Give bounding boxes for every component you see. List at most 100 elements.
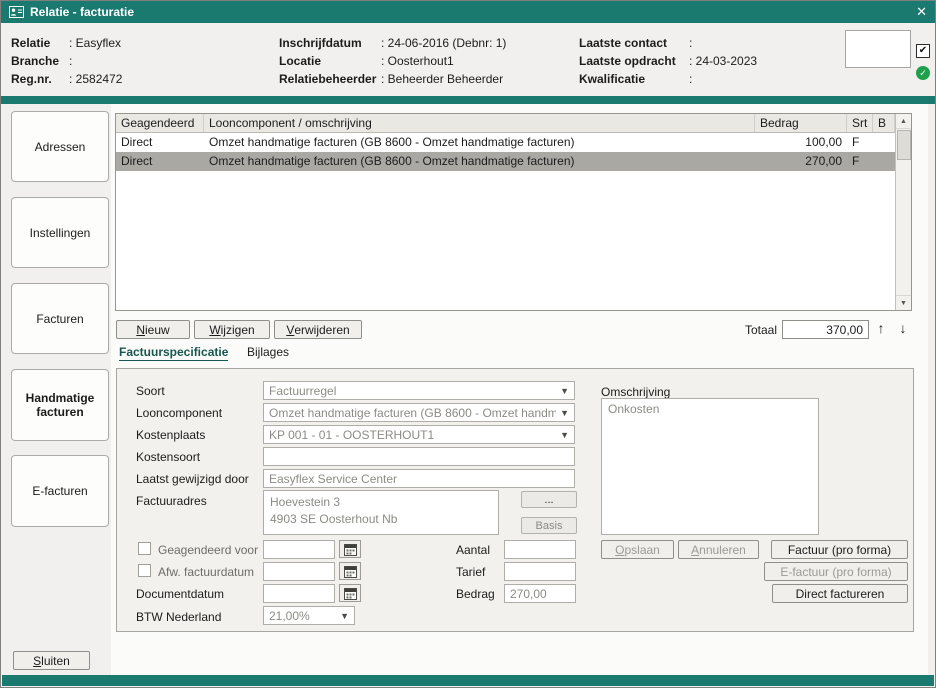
geagendeerd-voor-date-input[interactable]: [263, 540, 335, 559]
wijzigen-button[interactable]: Wijzigen: [194, 320, 270, 339]
status-ok-icon: ✓: [916, 66, 930, 80]
cell-bedrag: 100,00: [755, 133, 847, 152]
regnr-label: Reg.nr.: [11, 70, 69, 88]
cell-geagendeerd: Direct: [116, 133, 204, 152]
header-col-laatste: Laatste contact: Laatste opdracht: 24-03…: [579, 34, 757, 88]
tab-factuurspecificatie[interactable]: Factuurspecificatie: [119, 345, 228, 361]
sidebar-tab-label: Instellingen: [30, 226, 91, 240]
looncomponent-select[interactable]: Omzet handmatige facturen (GB 8600 - Omz…: [263, 403, 575, 422]
sidebar-tab-instellingen[interactable]: Instellingen: [11, 197, 109, 268]
col-header-b: B: [873, 114, 895, 132]
factuuradres-line2: 4903 SE Oosterhout Nb: [270, 511, 492, 528]
tarief-input[interactable]: [504, 562, 576, 581]
button-label: luiten: [41, 654, 70, 668]
basis-button[interactable]: Basis: [521, 517, 577, 534]
sidebar-tab-facturen[interactable]: Facturen: [11, 283, 109, 354]
kostenplaats-label: Kostenplaats: [136, 426, 205, 444]
button-mnemonic: N: [136, 323, 145, 337]
aantal-input[interactable]: [504, 540, 576, 559]
sidebar-tab-handmatige-facturen[interactable]: Handmatige facturen: [11, 369, 109, 441]
documentdatum-calendar-button[interactable]: [339, 584, 361, 602]
branche-value: :: [69, 52, 72, 70]
selected-value: 21,00%: [269, 609, 336, 623]
laatst-gewijzigd-label: Laatst gewijzigd door: [136, 470, 249, 488]
close-icon[interactable]: ✕: [916, 4, 927, 20]
geagendeerd-voor-calendar-button[interactable]: [339, 540, 361, 558]
cell-omschrijving: Omzet handmatige facturen (GB 8600 - Omz…: [204, 152, 755, 171]
factuuradres-more-button[interactable]: ...: [521, 491, 577, 508]
geagendeerd-voor-label: Geagendeerd voor: [158, 541, 258, 559]
table-header-row: Geagendeerd Looncomponent / omschrijving…: [116, 114, 895, 133]
selected-value: Omzet handmatige facturen (GB 8600 - Omz…: [269, 406, 556, 420]
cell-srt: F: [847, 133, 873, 152]
laatste-contact-value: :: [689, 34, 692, 52]
col-header-geagendeerd: Geagendeerd: [116, 114, 204, 132]
looncomponent-label: Looncomponent: [136, 404, 222, 422]
scroll-up-icon[interactable]: ▲: [896, 114, 911, 129]
geagendeerd-voor-checkbox[interactable]: [138, 542, 151, 555]
relatie-label: Relatie: [11, 34, 69, 52]
annuleren-button[interactable]: Annuleren: [678, 540, 759, 559]
afw-factuurdatum-calendar-button[interactable]: [339, 562, 361, 580]
button-mnemonic: O: [615, 543, 624, 557]
relation-header: Relatie: Easyflex Branche: Reg.nr.: 2582…: [1, 23, 935, 96]
bedrag-input[interactable]: 270,00: [504, 584, 576, 603]
col-header-bedrag: Bedrag: [755, 114, 847, 132]
table-scrollbar[interactable]: ▲ ▼: [895, 114, 911, 310]
efactuur-proforma-button[interactable]: E-factuur (pro forma): [764, 562, 908, 581]
move-down-icon[interactable]: ↓: [894, 318, 912, 338]
calendar-icon: [344, 543, 357, 556]
relation-card-icon: [9, 6, 24, 18]
relatie-value: : Easyflex: [69, 34, 121, 52]
kostenplaats-select[interactable]: KP 001 - 01 - OOSTERHOUT1 ▼: [263, 425, 575, 444]
relatie-facturatie-window: Relatie - facturatie ✕ Relatie: Easyflex…: [0, 0, 936, 688]
btw-select[interactable]: 21,00% ▼: [263, 606, 355, 625]
kostensoort-input[interactable]: [263, 447, 575, 466]
sidebar-tab-label: Adressen: [35, 140, 86, 154]
afw-factuurdatum-checkbox[interactable]: [138, 564, 151, 577]
table-row[interactable]: Direct Omzet handmatige facturen (GB 860…: [116, 133, 895, 152]
omschrijving-textarea[interactable]: Onkosten: [601, 398, 819, 535]
cell-geagendeerd: Direct: [116, 152, 204, 171]
chevron-down-icon: ▼: [560, 408, 569, 418]
inschrijfdatum-label: Inschrijfdatum: [279, 34, 381, 52]
col-header-looncomponent: Looncomponent / omschrijving: [204, 114, 755, 132]
soort-select[interactable]: Factuurregel ▼: [263, 381, 575, 400]
table-row-selected[interactable]: Direct Omzet handmatige facturen (GB 860…: [116, 152, 895, 171]
button-label: ieuw: [145, 323, 170, 337]
kwalificatie-label: Kwalificatie: [579, 70, 689, 88]
scrollbar-thumb[interactable]: [897, 130, 911, 160]
documentdatum-date-input[interactable]: [263, 584, 335, 603]
relatiebeheerder-label: Relatiebeheerder: [279, 70, 381, 88]
bottom-accent-bar: [2, 675, 934, 686]
chevron-down-icon: ▼: [340, 611, 349, 621]
sluiten-button[interactable]: Sluiten: [13, 651, 90, 670]
sidebar-tab-adressen[interactable]: Adressen: [11, 111, 109, 182]
branche-label: Branche: [11, 52, 69, 70]
chevron-down-icon: ▼: [560, 430, 569, 440]
factuuradres-label: Factuuradres: [136, 492, 207, 510]
locatie-label: Locatie: [279, 52, 381, 70]
direct-factureren-button[interactable]: Direct factureren: [772, 584, 908, 603]
button-mnemonic: V: [286, 323, 294, 337]
opslaan-button[interactable]: Opslaan: [601, 540, 674, 559]
col-header-srt: Srt: [847, 114, 873, 132]
tarief-label: Tarief: [456, 563, 485, 581]
button-mnemonic: S: [33, 654, 41, 668]
factuur-proforma-button[interactable]: Factuur (pro forma): [771, 540, 908, 559]
sidebar-tab-e-facturen[interactable]: E-facturen: [11, 455, 109, 527]
ellipsis-icon: ...: [544, 494, 553, 506]
button-mnemonic: W: [209, 323, 220, 337]
scroll-down-icon[interactable]: ▼: [896, 295, 911, 310]
inschrijfdatum-value: : 24-06-2016 (Debnr: 1): [381, 34, 506, 52]
tab-bijlages[interactable]: Bijlages: [247, 345, 289, 359]
totaal-label: Totaal: [729, 323, 777, 337]
checked-checkbox-icon[interactable]: ✔: [916, 44, 930, 58]
cell-b: [873, 133, 895, 152]
move-up-icon[interactable]: ↑: [872, 318, 890, 338]
afw-factuurdatum-date-input[interactable]: [263, 562, 335, 581]
calendar-icon: [344, 565, 357, 578]
nieuw-button[interactable]: Nieuw: [116, 320, 190, 339]
verwijderen-button[interactable]: Verwijderen: [274, 320, 362, 339]
aantal-label: Aantal: [456, 541, 490, 559]
